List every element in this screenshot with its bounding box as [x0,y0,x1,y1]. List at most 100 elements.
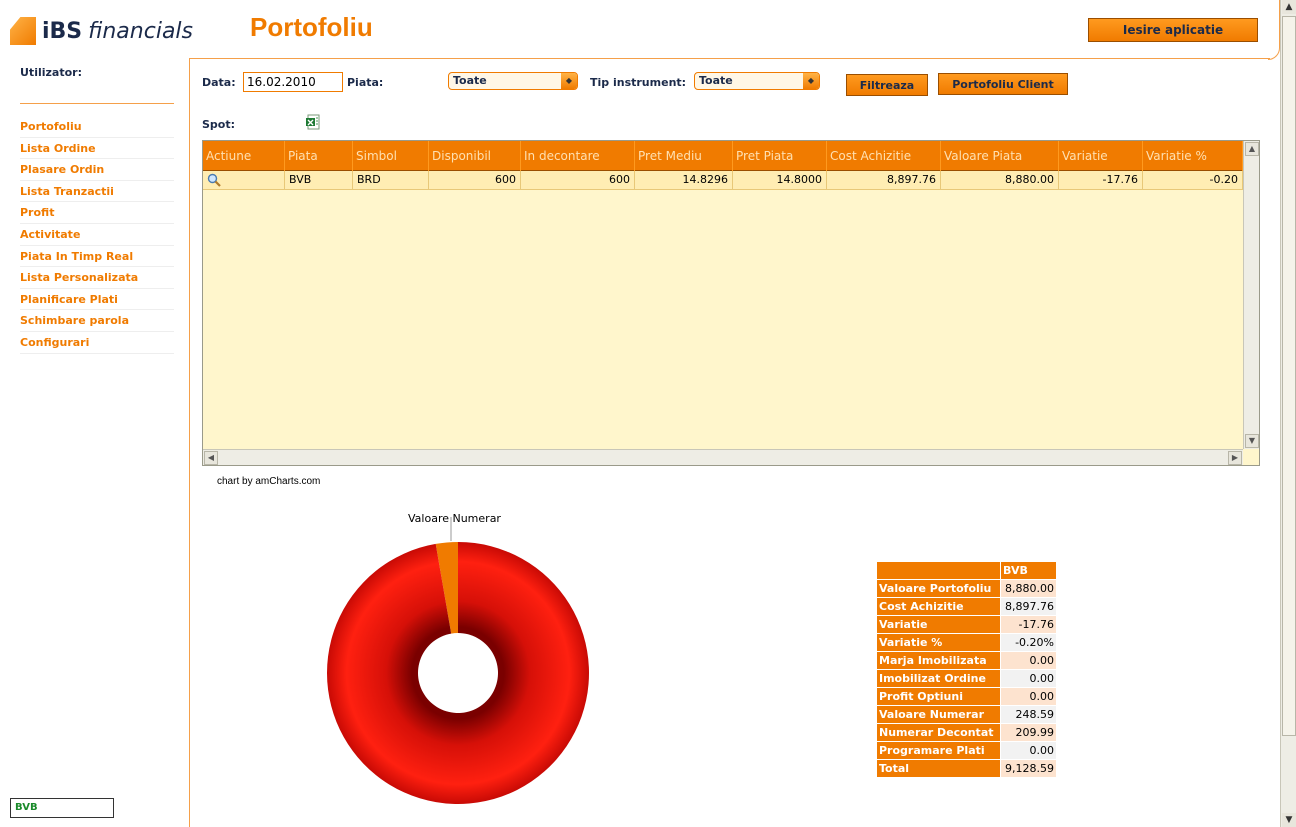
column-header[interactable]: Variatie [1059,141,1143,171]
summary-label: Profit Optiuni [876,687,1001,706]
instrument-select-value: Toate [699,74,733,87]
logo-brand-italic: financials [88,18,193,44]
cell-variation: -17.76 [1059,171,1143,190]
client-portfolio-button[interactable]: Portofoliu Client [938,73,1068,95]
cell-cost: 8,897.76 [827,171,941,190]
summary-value: 209.99 [1000,723,1057,742]
cell-avg-price: 14.8296 [635,171,733,190]
scroll-down-icon[interactable]: ▼ [1245,434,1259,448]
summary-value: 0.00 [1000,651,1057,670]
summary-row: Valoare Numerar 248.59 [876,705,1057,724]
summary-value: 8,897.76 [1000,597,1057,616]
summary-value: 8,880.00 [1000,579,1057,598]
sidebar-item-portofoliu[interactable]: Portofoliu [20,116,174,138]
donut-slices [327,542,589,804]
divider [190,58,1270,59]
sidebar-item-plasare-ordin[interactable]: Plasare Ordin [20,159,174,181]
summary-row: Valoare Portofoliu 8,880.00 [876,579,1057,598]
cell-available: 600 [429,171,521,190]
column-header[interactable]: Valoare Piata [941,141,1059,171]
frame-border [1268,0,1280,60]
column-header[interactable]: Pret Mediu [635,141,733,171]
scroll-right-icon[interactable]: ▶ [1228,451,1242,465]
grid-vertical-scrollbar[interactable]: ▲ ▼ [1243,141,1259,449]
page-scrollbar[interactable]: ▲ ▼ [1280,0,1296,827]
summary-row: Variatie -17.76 [876,615,1057,634]
dropdown-arrow-icon[interactable]: ◆ [803,73,819,89]
market-select[interactable]: Toate ◆ [448,72,578,90]
table-row[interactable]: BVB BRD 600 600 14.8296 14.8000 8,897.76… [203,171,1243,190]
cell-variation-pct: -0.20 [1143,171,1243,190]
summary-header-row: BVB [876,561,1057,580]
logo-brand-bold: iBS [42,18,83,44]
column-header[interactable]: Actiune [203,141,285,171]
summary-label: Numerar Decontat [876,723,1001,742]
summary-label: Valoare Portofoliu [876,579,1001,598]
summary-label: Total [876,759,1001,778]
sidebar-item-piata-timp-real[interactable]: Piata In Timp Real [20,246,174,268]
scroll-thumb[interactable] [1282,16,1296,736]
cell-settling: 600 [521,171,635,190]
date-input[interactable]: 16.02.2010 [243,72,343,92]
portfolio-summary-table: BVB Valoare Portofoliu 8,880.00 Cost Achi… [876,561,1057,778]
excel-export-icon[interactable] [306,114,322,130]
column-header[interactable]: Piata [285,141,353,171]
summary-value: 0.00 [1000,741,1057,760]
sidebar-item-profit[interactable]: Profit [20,202,174,224]
exit-app-button[interactable]: Iesire aplicatie [1088,18,1258,42]
dropdown-arrow-icon[interactable]: ◆ [561,73,577,89]
column-header[interactable]: Cost Achizitie [827,141,941,171]
column-header[interactable]: Simbol [353,141,429,171]
scroll-up-icon[interactable]: ▲ [1282,0,1296,14]
cell-market: BVB [285,171,353,190]
logo-mark-icon [10,17,36,45]
summary-label: Imobilizat Ordine [876,669,1001,688]
scroll-left-icon[interactable]: ◀ [204,451,218,465]
summary-value: 0.00 [1000,669,1057,688]
instrument-label: Tip instrument: [590,76,687,89]
cell-symbol: BRD [353,171,429,190]
summary-label: Programare Plati [876,741,1001,760]
summary-row: Total 9,128.59 [876,759,1057,778]
summary-row: Profit Optiuni 0.00 [876,687,1057,706]
sidebar-item-configurari[interactable]: Configurari [20,332,174,354]
instrument-select[interactable]: Toate ◆ [694,72,820,90]
column-header[interactable]: Pret Piata [733,141,827,171]
action-cell[interactable] [203,171,285,190]
cell-market-price: 14.8000 [733,171,827,190]
summary-value: 0.00 [1000,687,1057,706]
market-select-value: Toate [453,74,487,87]
summary-value: -0.20% [1000,633,1057,652]
slice-label: Valoare Numerar [408,512,501,525]
donut-slice[interactable] [327,542,589,804]
sidebar-item-schimbare-parola[interactable]: Schimbare parola [20,310,174,332]
column-header[interactable]: Variatie % [1143,141,1243,171]
summary-label: Marja Imobilizata [876,651,1001,670]
filter-button[interactable]: Filtreaza [846,74,928,96]
summary-header-market: BVB [1000,561,1057,580]
sidebar-item-activitate[interactable]: Activitate [20,224,174,246]
sidebar-item-planificare-plati[interactable]: Planificare Plati [20,289,174,311]
sidebar-item-lista-tranzactii[interactable]: Lista Tranzactii [20,181,174,203]
summary-row: Variatie % -0.20% [876,633,1057,652]
summary-label: Variatie % [876,633,1001,652]
summary-row: Imobilizat Ordine 0.00 [876,669,1057,688]
sidebar-item-lista-ordine[interactable]: Lista Ordine [20,138,174,160]
summary-label: Variatie [876,615,1001,634]
sidebar: Utilizator: Portofoliu Lista Ordine Plas… [0,58,190,827]
grid-horizontal-scrollbar[interactable]: ◀ ▶ [203,449,1243,465]
summary-header-empty [876,561,1001,580]
sidebar-item-lista-personalizata[interactable]: Lista Personalizata [20,267,174,289]
app-logo: iBS financials [10,14,193,48]
chart-credit-link[interactable]: chart by amCharts.com [217,476,320,487]
scroll-up-icon[interactable]: ▲ [1245,142,1259,156]
scroll-down-icon[interactable]: ▼ [1282,813,1296,827]
divider [20,103,174,104]
summary-value: 248.59 [1000,705,1057,724]
page-title: Portofoliu [250,12,373,42]
magnifier-icon[interactable] [207,173,221,187]
summary-row: Numerar Decontat 209.99 [876,723,1057,742]
column-header[interactable]: In decontare [521,141,635,171]
column-header[interactable]: Disponibil [429,141,521,171]
user-label: Utilizator: [20,66,82,79]
